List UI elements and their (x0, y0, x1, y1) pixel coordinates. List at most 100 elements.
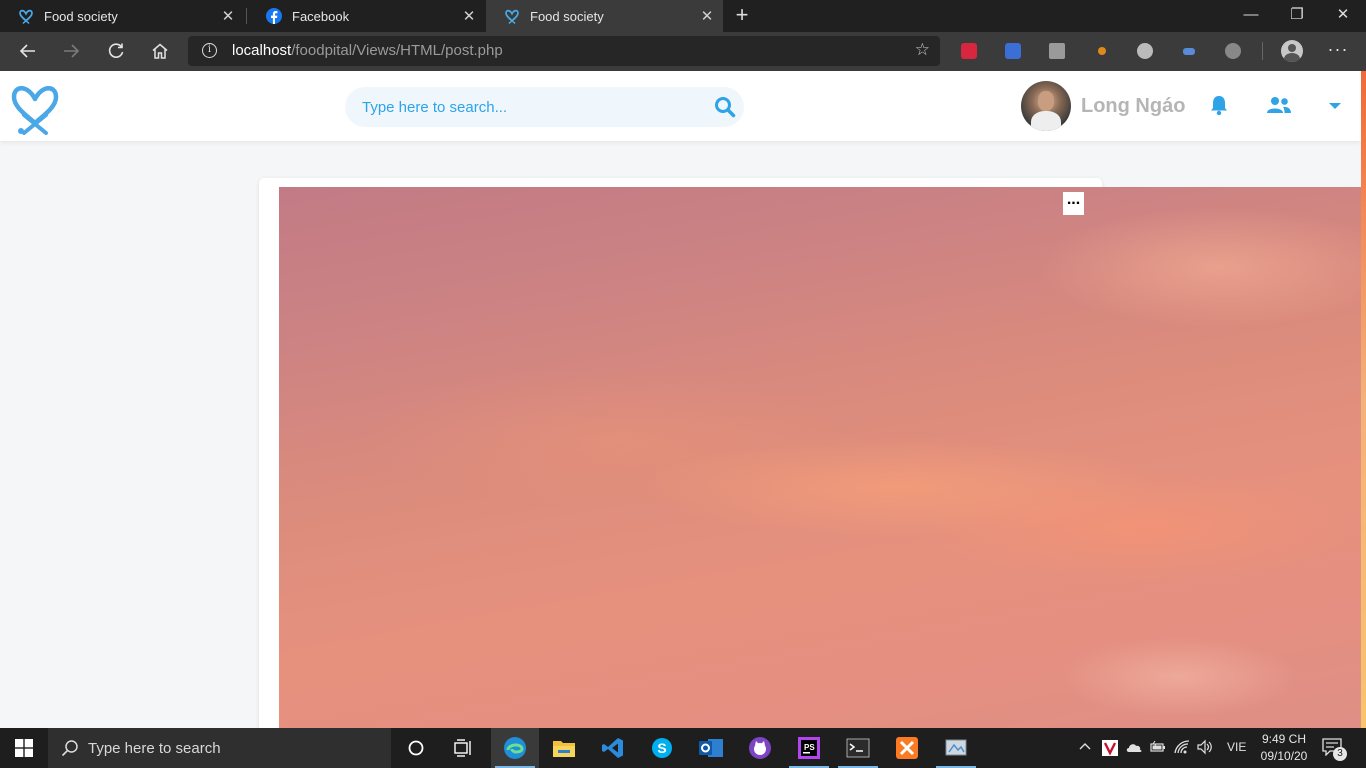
terminal-icon (846, 738, 870, 758)
taskbar-search[interactable]: Type here to search (48, 728, 391, 768)
browser-menu-icon[interactable]: ··· (1327, 40, 1349, 62)
extension-games-icon[interactable] (1181, 43, 1197, 59)
phpstorm-icon: PS (798, 737, 820, 759)
address-bar[interactable]: i localhost/foodpital/Views/HTML/post.ph… (188, 36, 940, 66)
refresh-button[interactable] (103, 38, 129, 64)
tab-close-icon[interactable]: ✕ (697, 7, 717, 25)
tab-facebook[interactable]: Facebook ✕ (248, 0, 485, 32)
arrow-left-icon (19, 44, 35, 58)
url-text[interactable]: localhost/foodpital/Views/HTML/post.php (232, 42, 503, 59)
toolbar-separator (1262, 42, 1263, 60)
favorite-star-icon[interactable]: ☆ (915, 40, 930, 60)
extension-translate-icon[interactable] (1005, 43, 1021, 59)
facebook-icon (266, 8, 282, 24)
tab-separator (246, 8, 247, 24)
search-icon[interactable] (714, 96, 736, 118)
taskbar-xampp[interactable] (883, 728, 931, 768)
extension-orange-icon[interactable] (1094, 43, 1110, 59)
folder-icon (553, 741, 575, 757)
clock-time: 9:49 CH (1261, 732, 1307, 746)
github-desktop-icon (749, 737, 771, 759)
edge-icon (504, 737, 526, 759)
taskbar-clock[interactable]: 9:49 CH 09/10/20 (1254, 731, 1314, 765)
friends-icon[interactable] (1266, 94, 1291, 118)
home-icon (152, 43, 168, 59)
tab-title: Facebook (292, 8, 350, 24)
bell-icon[interactable] (1208, 94, 1232, 118)
extension-circle-icon[interactable] (1137, 43, 1153, 59)
input-language-indicator[interactable]: VIE (1227, 740, 1246, 754)
site-search-box (345, 87, 744, 127)
page-scrollbar[interactable] (1361, 71, 1366, 728)
extension-camera-icon[interactable] (1049, 43, 1065, 59)
clock-date: 09/10/20 (1260, 749, 1308, 763)
taskbar-edge[interactable] (491, 728, 539, 768)
food-society-logo-icon[interactable] (10, 79, 60, 135)
windows-logo-icon (15, 739, 33, 757)
back-button[interactable] (15, 38, 41, 64)
tab-close-icon[interactable]: ✕ (459, 7, 479, 25)
search-icon (61, 739, 79, 757)
tab-title: Food society (44, 8, 118, 24)
refresh-icon (108, 43, 124, 58)
user-avatar[interactable] (1021, 81, 1071, 131)
user-name[interactable]: Long Ngáo (1081, 95, 1185, 118)
site-search-input[interactable] (360, 96, 700, 118)
forward-button[interactable] (58, 38, 84, 64)
cortana-icon (408, 740, 424, 756)
snipping-tool-icon (945, 739, 967, 756)
home-button[interactable] (147, 38, 173, 64)
tab-close-icon[interactable]: ✕ (218, 7, 238, 25)
taskbar-github-desktop[interactable] (736, 728, 784, 768)
taskbar-phpstorm[interactable]: PS (785, 728, 833, 768)
wifi-icon[interactable] (1173, 739, 1191, 758)
tray-v-app-icon[interactable] (1101, 739, 1119, 760)
outlook-icon (699, 739, 723, 757)
dropdown-caret-icon[interactable] (1326, 97, 1350, 121)
taskbar-outlook[interactable] (687, 728, 735, 768)
action-center-button[interactable]: 3 (1322, 738, 1347, 761)
vscode-icon (602, 738, 623, 758)
new-tab-button[interactable]: + (731, 4, 753, 26)
taskbar-search-text: Type here to search (88, 740, 221, 757)
svg-text:PS: PS (804, 743, 815, 752)
battery-icon[interactable] (1149, 739, 1167, 758)
windows-taskbar: Type here to search S PS VIE 9:49 CH 09/… (0, 728, 1366, 768)
taskbar-vscode[interactable] (589, 728, 637, 768)
url-path: /foodpital/Views/HTML/post.php (291, 42, 503, 59)
browser-tab-strip: Food society ✕ Facebook ✕ Food society ✕… (0, 0, 1366, 32)
volume-icon[interactable] (1196, 739, 1214, 758)
browser-toolbar: i localhost/foodpital/Views/HTML/post.ph… (0, 32, 1366, 71)
extension-shield-icon[interactable] (961, 43, 977, 59)
show-hidden-icons-chevron[interactable] (1078, 739, 1092, 756)
site-info-icon[interactable]: i (202, 43, 217, 58)
tab-food-society-active[interactable]: Food society ✕ (486, 0, 723, 32)
site-header: Long Ngáo (0, 71, 1361, 141)
browser-profile-icon[interactable] (1281, 40, 1303, 62)
tab-title: Food society (530, 8, 604, 24)
post-image[interactable] (279, 187, 1361, 728)
taskbar-terminal[interactable] (834, 728, 882, 768)
start-button[interactable] (0, 728, 48, 768)
svg-text:S: S (657, 740, 666, 756)
notification-count-badge: 3 (1333, 747, 1347, 761)
arrow-right-icon (64, 44, 80, 58)
url-host: localhost (232, 42, 292, 59)
taskbar-snipping-tool[interactable] (932, 728, 980, 768)
task-view-button[interactable] (440, 728, 488, 768)
onedrive-icon[interactable] (1125, 740, 1143, 757)
restore-button[interactable]: ❐ (1274, 0, 1320, 32)
tab-food-society-1[interactable]: Food society ✕ (0, 0, 244, 32)
food-society-logo-icon (504, 8, 520, 24)
xampp-icon (896, 737, 918, 759)
close-window-button[interactable]: ✕ (1320, 0, 1366, 32)
skype-icon: S (652, 738, 672, 758)
minimize-button[interactable]: — (1228, 0, 1274, 32)
taskbar-skype[interactable]: S (638, 728, 686, 768)
post-options-button[interactable]: ... (1063, 192, 1084, 215)
taskbar-file-explorer[interactable] (540, 728, 588, 768)
task-view-icon (454, 739, 471, 757)
cortana-button[interactable] (392, 728, 440, 768)
food-society-logo-icon (18, 8, 34, 24)
extension-grey-icon[interactable] (1225, 43, 1241, 59)
